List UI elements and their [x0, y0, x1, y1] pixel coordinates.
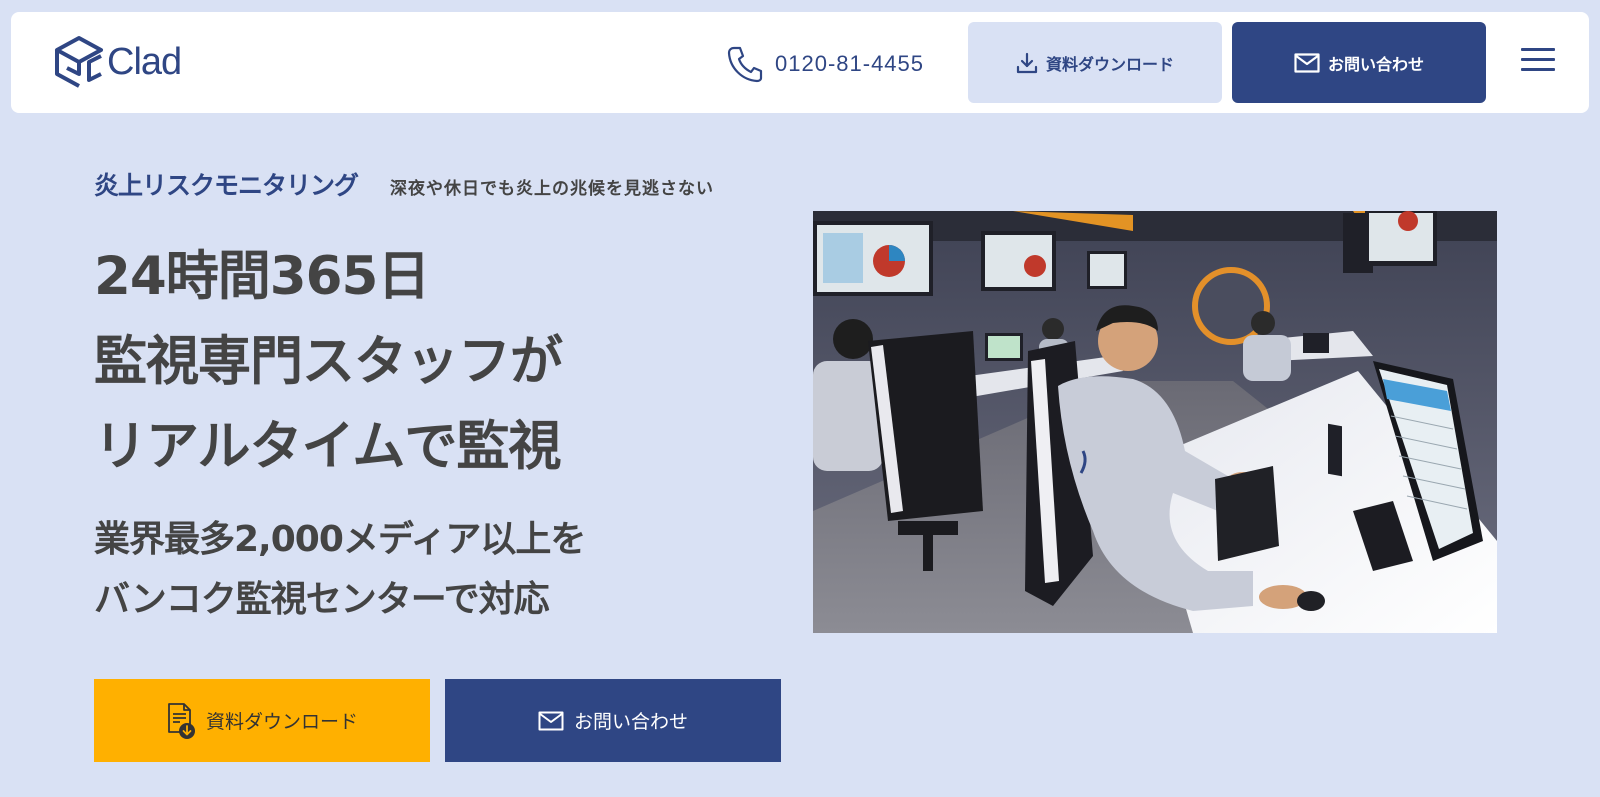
mail-icon	[538, 711, 564, 730]
header-contact-button[interactable]: お問い合わせ	[1232, 22, 1486, 103]
mail-icon	[1294, 52, 1320, 73]
header-download-button[interactable]: 資料ダウンロード	[968, 22, 1222, 103]
monitoring-center-photo	[813, 211, 1497, 633]
hero-headline: 24時間365日 監視専門スタッフが リアルタイムで監視	[94, 234, 563, 489]
document-download-icon	[168, 702, 195, 739]
site-logo[interactable]: Clad	[53, 34, 213, 90]
headline-line-1: 24時間365日	[94, 246, 430, 307]
subline-line-2: バンコク監視センターで対応	[94, 579, 550, 620]
phone-icon	[727, 46, 763, 83]
phone-contact[interactable]: 0120-81-4455	[727, 42, 924, 86]
phone-number: 0120-81-4455	[775, 51, 925, 76]
hero-contact-button[interactable]: お問い合わせ	[445, 679, 781, 762]
service-name: 炎上リスクモニタリング	[94, 171, 359, 200]
hamburger-menu-icon[interactable]	[1521, 48, 1555, 76]
headline-line-2: 監視専門スタッフが	[94, 331, 563, 392]
hero-download-label: 資料ダウンロード	[205, 711, 358, 733]
logo-text: Clad	[107, 40, 182, 83]
hero-eyebrow: 炎上リスクモニタリング 深夜や休日でも炎上の兆候を見逃さない	[94, 166, 714, 202]
site-header: Clad 0120-81-4455 資料ダウンロード お問い合わせ	[11, 12, 1589, 113]
hero-download-button[interactable]: 資料ダウンロード	[94, 679, 430, 762]
hero-contact-label: お問い合わせ	[573, 711, 688, 733]
subline-line-1: 業界最多2,000メディア以上を	[94, 519, 586, 560]
box-logo-icon	[55, 36, 103, 88]
hero-subline: 業界最多2,000メディア以上を バンコク監視センターで対応	[94, 510, 586, 630]
header-contact-label: お問い合わせ	[1327, 54, 1424, 74]
header-download-label: 資料ダウンロード	[1045, 54, 1174, 74]
download-icon	[1016, 52, 1038, 73]
service-tagline: 深夜や休日でも炎上の兆候を見逃さない	[390, 179, 715, 199]
headline-line-3: リアルタイムで監視	[94, 416, 561, 477]
